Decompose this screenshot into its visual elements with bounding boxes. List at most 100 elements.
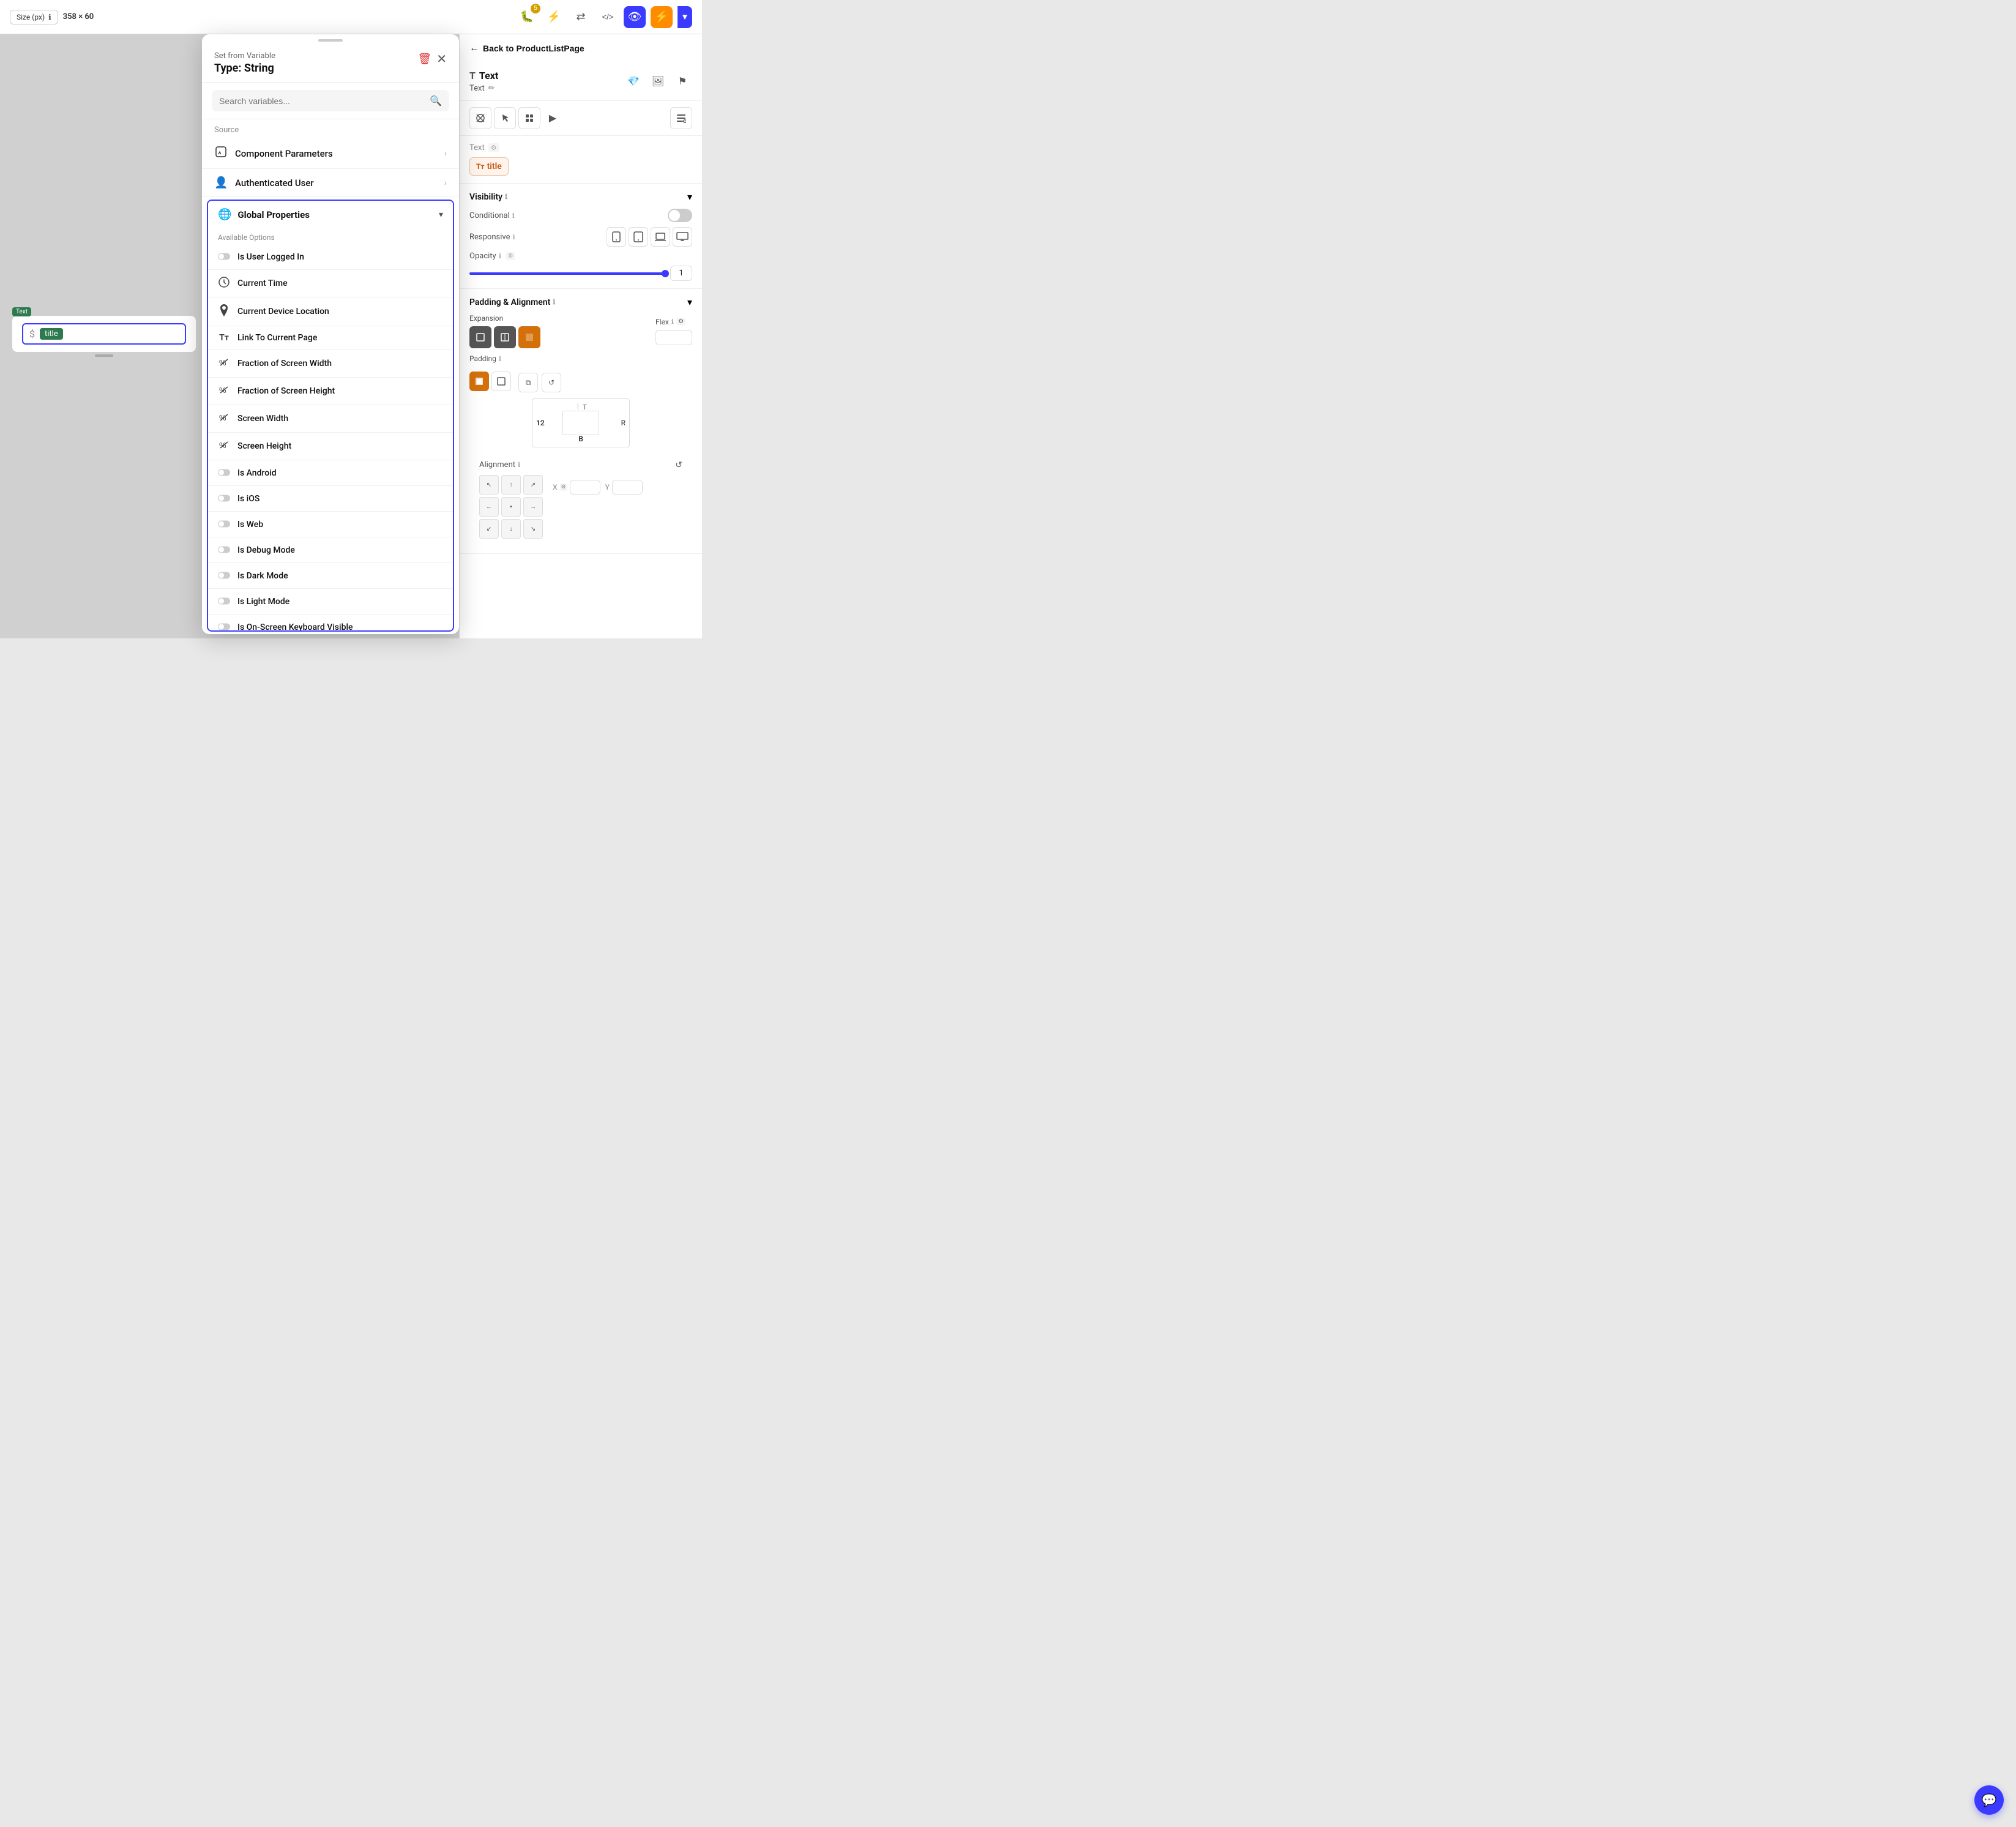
flash-btn[interactable]: ⚡	[651, 6, 673, 28]
option-is-debug-mode[interactable]: Is Debug Mode	[208, 537, 453, 563]
y-input[interactable]	[612, 480, 643, 495]
toggle-icon-debug	[218, 544, 230, 556]
responsive-info-icon: ℹ	[513, 233, 515, 241]
option-current-device-location[interactable]: Current Device Location	[208, 297, 453, 326]
flex-input[interactable]	[655, 330, 692, 345]
source-item-component-params[interactable]: Component Parameters ›	[202, 138, 459, 169]
dropdown-arrow-btn[interactable]: ▼	[678, 6, 692, 28]
option-link-to-current-page[interactable]: Tт Link To Current Page	[208, 326, 453, 350]
top-bar: Size (px) ℹ 358 × 60 5 🐛 ⚡ ⇄ </> 👁 ⚡ ▼	[0, 0, 702, 34]
grid-btn[interactable]	[518, 107, 540, 129]
align-bottom-left[interactable]: ↙	[479, 519, 499, 539]
padding-box: T 12 R B	[532, 398, 630, 447]
visibility-title: Visibility ℹ	[469, 192, 507, 202]
visibility-label: Visibility	[469, 192, 502, 202]
laptop-icon[interactable]	[651, 227, 670, 247]
align-bottom-right[interactable]: ↘	[523, 519, 543, 539]
option-is-android[interactable]: Is Android	[208, 460, 453, 486]
align-top-center[interactable]: ↑	[501, 475, 521, 495]
padding-copy-btn[interactable]: ⧉	[518, 373, 538, 392]
text-var-chip[interactable]: Tт title	[469, 157, 509, 176]
option-is-on-screen-keyboard-visible[interactable]: Is On-Screen Keyboard Visible	[208, 615, 453, 632]
expand-btn-3[interactable]	[518, 326, 540, 348]
var-name: title	[487, 162, 502, 171]
search-input[interactable]	[219, 96, 425, 106]
x-settings-icon: ⚙	[560, 484, 567, 491]
global-title: Global Properties	[237, 209, 309, 220]
add-btn[interactable]	[670, 107, 692, 129]
option-fraction-screen-width[interactable]: % Fraction of Screen Width	[208, 350, 453, 378]
x-input[interactable]	[570, 480, 600, 495]
screen-width-icon: %	[218, 412, 230, 425]
opacity-slider[interactable]	[469, 272, 665, 275]
opacity-handle[interactable]	[662, 270, 669, 277]
global-header-left: 🌐 Global Properties	[218, 208, 310, 221]
responsive-text: Responsive	[469, 233, 510, 242]
eye-btn[interactable]: 👁	[624, 6, 646, 28]
option-fraction-screen-height[interactable]: % Fraction of Screen Height	[208, 378, 453, 405]
option-is-ios[interactable]: Is iOS	[208, 486, 453, 512]
lightning-btn[interactable]: ⚡	[543, 6, 565, 28]
toggle-icon-ios	[218, 493, 230, 504]
text-link-icon: Tт	[218, 333, 230, 343]
desktop-icon[interactable]	[673, 227, 692, 247]
option-label-is-on-screen-keyboard-visible: Is On-Screen Keyboard Visible	[237, 622, 353, 632]
padding-header[interactable]: Padding & Alignment ℹ ▾	[469, 296, 692, 308]
expand-btn-1[interactable]	[469, 326, 491, 348]
padding-type-btn-1[interactable]	[469, 372, 489, 391]
padding-label: Padding	[469, 354, 496, 363]
close-btn[interactable]: ✕	[436, 51, 447, 67]
visibility-info-icon: ℹ	[505, 193, 507, 201]
option-screen-width[interactable]: % Screen Width	[208, 405, 453, 433]
option-is-web[interactable]: Is Web	[208, 512, 453, 537]
conditional-toggle[interactable]	[668, 209, 692, 222]
tablet-icon[interactable]	[629, 227, 648, 247]
option-label-is-ios: Is iOS	[237, 494, 259, 504]
global-header[interactable]: 🌐 Global Properties ▾	[208, 201, 453, 228]
padding-type-btn-2[interactable]	[491, 372, 511, 391]
align-bottom-center[interactable]: ↓	[501, 519, 521, 539]
alignment-section: Alignment ℹ ↺ ↖ ↑ ↗ ← • → ↙ ↓ ↘	[469, 452, 692, 546]
modal-search-area: 🔍	[202, 83, 459, 119]
padding-right-label: R	[621, 419, 625, 427]
align-middle-right[interactable]: →	[523, 497, 543, 517]
code-btn[interactable]: </>	[597, 6, 619, 28]
dollar-sign: $	[29, 328, 35, 340]
padding-top-label: T	[583, 403, 587, 411]
share-btn[interactable]: ⇄	[570, 6, 592, 28]
visibility-header[interactable]: Visibility ℹ ▾	[469, 191, 692, 203]
fraction-height-icon: %	[218, 384, 230, 398]
option-screen-height[interactable]: % Screen Height	[208, 433, 453, 460]
alignment-reset-btn[interactable]: ↺	[675, 460, 682, 470]
gem-btn[interactable]: 💎	[624, 72, 643, 91]
padding-reset-btn[interactable]: ↺	[542, 373, 561, 392]
option-label-is-android: Is Android	[237, 468, 277, 478]
source-item-authenticated-user[interactable]: 👤 Authenticated User ›	[202, 169, 459, 197]
padding-inner-box	[562, 411, 599, 435]
align-middle-center[interactable]: •	[501, 497, 521, 517]
widget-btn[interactable]: 🖼	[648, 72, 668, 91]
option-is-user-logged-in[interactable]: Is User Logged In	[208, 244, 453, 270]
option-is-dark-mode[interactable]: Is Dark Mode	[208, 563, 453, 589]
notification-btn[interactable]: 5 🐛	[516, 6, 538, 28]
expand-btn-2[interactable]	[494, 326, 516, 348]
expansion-btns	[469, 326, 540, 348]
delete-btn[interactable]: 🗑	[417, 53, 431, 65]
cross-out-btn[interactable]	[469, 107, 491, 129]
cursor-arrow-btn[interactable]	[494, 107, 516, 129]
toggle-icon-android	[218, 467, 230, 479]
option-is-light-mode[interactable]: Is Light Mode	[208, 589, 453, 615]
chat-fab[interactable]: 💬	[1974, 1785, 2004, 1815]
align-middle-left[interactable]: ←	[479, 497, 499, 517]
align-top-left[interactable]: ↖	[479, 475, 499, 495]
global-properties-section: 🌐 Global Properties ▾ Available Options …	[207, 200, 454, 632]
flag-btn[interactable]: ⚑	[673, 72, 692, 91]
option-label-link-to-current-page: Link To Current Page	[237, 333, 317, 343]
align-top-right[interactable]: ↗	[523, 475, 543, 495]
back-button[interactable]: ← Back to ProductListPage	[460, 34, 702, 62]
option-current-time[interactable]: Current Time	[208, 270, 453, 297]
play-btn[interactable]: ▶	[543, 108, 562, 128]
component-info: T Text Text ✏	[469, 70, 498, 93]
edit-icon[interactable]: ✏	[488, 84, 495, 93]
mobile-icon[interactable]	[607, 227, 626, 247]
